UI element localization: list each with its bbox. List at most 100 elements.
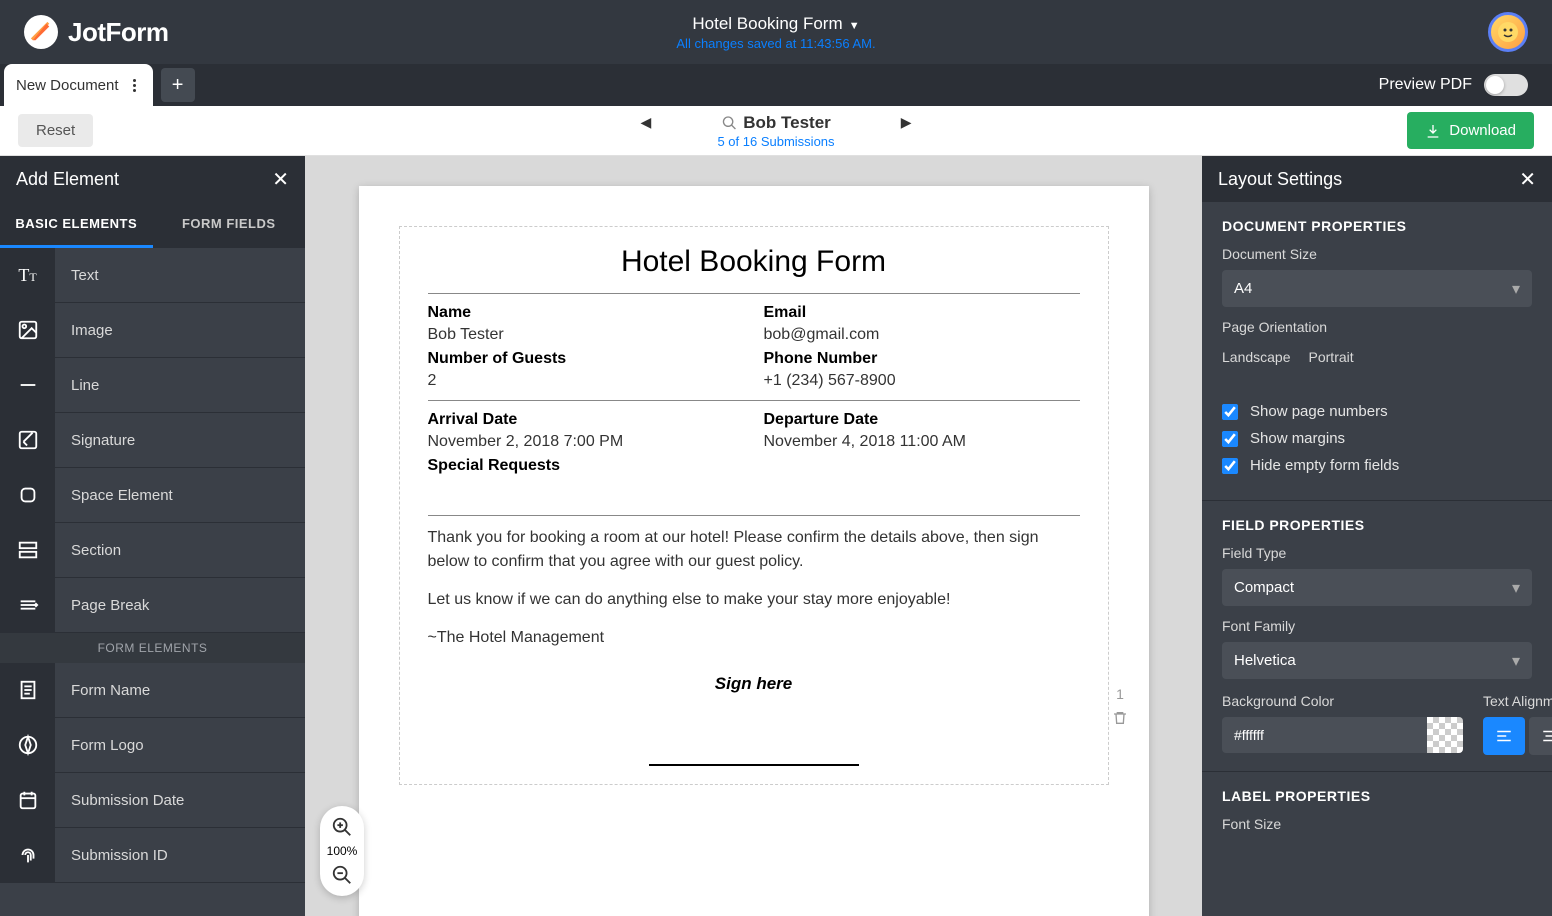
document-size-select[interactable]: A4 bbox=[1222, 270, 1532, 307]
bg-color-swatch[interactable] bbox=[1427, 717, 1463, 753]
field-label-guests: Number of Guests bbox=[428, 350, 744, 368]
close-right-panel-button[interactable]: ✕ bbox=[1519, 167, 1536, 192]
align-left-button[interactable] bbox=[1483, 717, 1525, 755]
element-label: Page Break bbox=[55, 597, 149, 614]
element-text[interactable]: TT Text bbox=[0, 248, 305, 303]
element-section[interactable]: Section bbox=[0, 523, 305, 578]
left-panel-title: Add Element bbox=[16, 169, 119, 190]
app-header: JotForm Hotel Booking Form ▼ All changes… bbox=[0, 0, 1552, 64]
element-line[interactable]: Line bbox=[0, 358, 305, 413]
element-label: Form Name bbox=[55, 682, 150, 699]
hide-empty-label[interactable]: Hide empty form fields bbox=[1250, 457, 1399, 474]
font-family-select[interactable]: Helvetica bbox=[1222, 642, 1532, 679]
element-label: Text bbox=[55, 267, 99, 284]
show-page-numbers-checkbox[interactable] bbox=[1222, 404, 1238, 420]
search-icon bbox=[721, 115, 737, 131]
show-page-numbers-label[interactable]: Show page numbers bbox=[1250, 403, 1388, 420]
element-signature[interactable]: Signature bbox=[0, 413, 305, 468]
zoom-in-button[interactable] bbox=[331, 816, 353, 838]
signature-line[interactable] bbox=[649, 764, 859, 766]
document-page[interactable]: Hotel Booking Form Name Bob Tester Numbe… bbox=[359, 186, 1149, 916]
body-paragraph: Thank you for booking a room at our hote… bbox=[428, 526, 1080, 574]
logo-icon bbox=[24, 15, 58, 49]
image-icon bbox=[0, 303, 55, 358]
document-tab[interactable]: New Document bbox=[4, 64, 153, 106]
header-center: Hotel Booking Form ▼ All changes saved a… bbox=[676, 14, 875, 51]
line-icon bbox=[0, 358, 55, 413]
canvas-area[interactable]: Hotel Booking Form Name Bob Tester Numbe… bbox=[305, 156, 1202, 916]
field-properties-heading: FIELD PROPERTIES bbox=[1222, 517, 1532, 533]
page-side-controls: 1 bbox=[1112, 686, 1128, 726]
right-panel: Layout Settings ✕ DOCUMENT PROPERTIES Do… bbox=[1202, 156, 1552, 916]
hide-empty-checkbox[interactable] bbox=[1222, 458, 1238, 474]
element-label: Line bbox=[55, 377, 99, 394]
align-center-button[interactable] bbox=[1529, 717, 1552, 755]
orientation-portrait[interactable]: Portrait bbox=[1309, 349, 1354, 365]
element-label: Signature bbox=[55, 432, 135, 449]
submissions-count: 5 of 16 Submissions bbox=[717, 134, 834, 149]
download-icon bbox=[1425, 123, 1441, 139]
element-submission-id[interactable]: Submission ID bbox=[0, 828, 305, 883]
preview-pdf-toggle[interactable] bbox=[1484, 74, 1528, 96]
field-type-select[interactable]: Compact bbox=[1222, 569, 1532, 606]
element-submission-date[interactable]: Submission Date bbox=[0, 773, 305, 828]
label-properties-heading: LABEL PROPERTIES bbox=[1222, 788, 1532, 804]
document-size-label: Document Size bbox=[1222, 246, 1532, 262]
field-value-phone: +1 (234) 567-8900 bbox=[764, 372, 1080, 390]
logo: JotForm bbox=[24, 15, 169, 49]
tab-form-fields[interactable]: FORM FIELDS bbox=[153, 202, 306, 248]
show-margins-label[interactable]: Show margins bbox=[1250, 430, 1345, 447]
next-submission-button[interactable]: ▶ bbox=[901, 114, 912, 131]
download-label: Download bbox=[1449, 122, 1516, 139]
element-space[interactable]: Space Element bbox=[0, 468, 305, 523]
trash-icon[interactable] bbox=[1112, 710, 1128, 726]
orientation-landscape[interactable]: Landscape bbox=[1222, 349, 1291, 365]
element-form-name[interactable]: Form Name bbox=[0, 663, 305, 718]
zoom-out-button[interactable] bbox=[331, 864, 353, 886]
body-paragraph: Let us know if we can do anything else t… bbox=[428, 588, 1080, 612]
tab-basic-elements[interactable]: BASIC ELEMENTS bbox=[0, 202, 153, 248]
form-title-dropdown[interactable]: Hotel Booking Form ▼ bbox=[676, 14, 875, 34]
page-break-icon bbox=[0, 578, 55, 633]
prev-submission-button[interactable]: ◀ bbox=[640, 114, 651, 131]
reset-button[interactable]: Reset bbox=[18, 114, 93, 147]
zoom-control: 100% bbox=[320, 806, 364, 896]
avatar[interactable] bbox=[1488, 12, 1528, 52]
download-button[interactable]: Download bbox=[1407, 112, 1534, 149]
form-name-icon bbox=[0, 663, 55, 718]
field-value-arrival: November 2, 2018 7:00 PM bbox=[428, 433, 744, 451]
element-label: Form Logo bbox=[55, 737, 144, 754]
right-panel-header: Layout Settings ✕ bbox=[1202, 156, 1552, 202]
element-page-break[interactable]: Page Break bbox=[0, 578, 305, 633]
page-orientation-label: Page Orientation bbox=[1222, 319, 1532, 335]
close-left-panel-button[interactable]: ✕ bbox=[272, 167, 289, 192]
field-value-name: Bob Tester bbox=[428, 326, 744, 344]
field-label-arrival: Arrival Date bbox=[428, 411, 744, 429]
form-title-text: Hotel Booking Form bbox=[692, 14, 842, 33]
bg-color-input[interactable] bbox=[1222, 717, 1427, 753]
element-form-logo[interactable]: Form Logo bbox=[0, 718, 305, 773]
saved-status: All changes saved at 11:43:56 AM. bbox=[676, 36, 875, 51]
field-type-label: Field Type bbox=[1222, 545, 1532, 561]
field-label-phone: Phone Number bbox=[764, 350, 1080, 368]
field-label-name: Name bbox=[428, 304, 744, 322]
bg-color-label: Background Color bbox=[1222, 693, 1463, 709]
document-tab-menu[interactable] bbox=[129, 79, 141, 92]
add-tab-button[interactable]: + bbox=[161, 68, 195, 102]
tabs-bar: New Document + Preview PDF bbox=[0, 64, 1552, 106]
right-panel-title: Layout Settings bbox=[1218, 169, 1342, 190]
show-margins-checkbox[interactable] bbox=[1222, 431, 1238, 447]
element-list: TT Text Image Line Signature Space bbox=[0, 248, 305, 916]
element-image[interactable]: Image bbox=[0, 303, 305, 358]
chevron-down-icon: ▼ bbox=[846, 20, 860, 32]
field-label-special: Special Requests bbox=[428, 457, 744, 475]
space-icon bbox=[0, 468, 55, 523]
submission-selector[interactable]: Bob Tester bbox=[721, 113, 831, 133]
document-title[interactable]: Hotel Booking Form bbox=[428, 245, 1080, 279]
tester-name-text: Bob Tester bbox=[743, 113, 831, 133]
field-value-departure: November 4, 2018 11:00 AM bbox=[764, 433, 1080, 451]
element-label: Submission ID bbox=[55, 847, 168, 864]
element-label: Submission Date bbox=[55, 792, 184, 809]
section-icon bbox=[0, 523, 55, 578]
date-icon bbox=[0, 773, 55, 828]
